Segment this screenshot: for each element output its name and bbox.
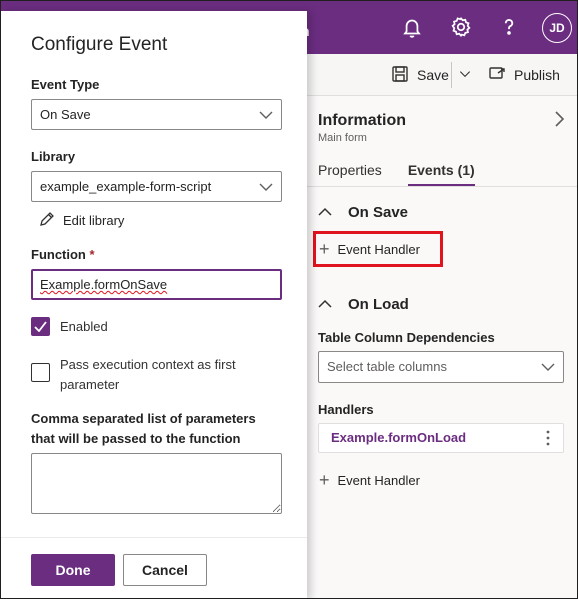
- properties-panel: Information Main form Properties Events …: [307, 96, 577, 598]
- app-window: n JD: [0, 0, 578, 599]
- done-button[interactable]: Done: [31, 554, 115, 586]
- function-input[interactable]: Example.formOnSave: [31, 269, 282, 300]
- on-load-section-header[interactable]: On Load: [318, 296, 409, 313]
- event-handler-label: Event Handler: [337, 241, 420, 257]
- library-label: Library: [31, 149, 76, 164]
- more-options-icon[interactable]: [544, 429, 552, 447]
- parameters-textarea[interactable]: [31, 453, 282, 514]
- user-avatar[interactable]: JD: [542, 13, 572, 43]
- pencil-icon: [39, 211, 55, 230]
- handler-list-item: Example.formOnLoad: [318, 423, 564, 453]
- plus-icon: +: [319, 239, 330, 259]
- on-save-section-header[interactable]: On Save: [318, 204, 408, 221]
- library-dropdown[interactable]: example_example-form-script: [31, 171, 282, 202]
- panel-title: Information: [318, 112, 406, 129]
- chevron-up-icon: [318, 204, 332, 221]
- pass-context-label: Pass execution context as first paramete…: [60, 357, 236, 392]
- event-type-dropdown[interactable]: On Save: [31, 99, 282, 130]
- on-save-add-event-handler-button[interactable]: + Event Handler: [319, 240, 420, 258]
- publish-label: Publish: [514, 67, 560, 83]
- save-label: Save: [417, 67, 449, 83]
- save-options-chevron[interactable]: [458, 64, 472, 86]
- command-separator: [451, 62, 452, 88]
- tab-properties[interactable]: Properties: [318, 162, 382, 186]
- edit-library-button[interactable]: Edit library: [39, 211, 124, 230]
- handlers-label: Handlers: [318, 402, 374, 417]
- pass-context-checkbox[interactable]: [31, 363, 50, 382]
- handler-link[interactable]: Example.formOnLoad: [331, 430, 466, 445]
- publish-button[interactable]: Publish: [488, 64, 560, 86]
- function-value: Example.formOnSave: [40, 277, 168, 292]
- enabled-label: Enabled: [60, 319, 108, 334]
- table-columns-select[interactable]: Select table columns: [318, 351, 564, 383]
- chevron-down-icon: [541, 363, 555, 371]
- table-columns-placeholder: Select table columns: [327, 359, 447, 374]
- configure-event-dialog: Configure Event Event Type On Save Libra…: [1, 11, 307, 598]
- chevron-down-icon: [458, 67, 472, 84]
- dialog-footer-divider: [1, 537, 307, 538]
- checkmark-icon: [34, 321, 47, 332]
- function-label-text: Function: [31, 247, 86, 262]
- enabled-checkbox[interactable]: [31, 317, 50, 336]
- parameters-label: Comma separated list of parameters that …: [31, 411, 256, 446]
- pass-context-checkbox-row[interactable]: Pass execution context as first paramete…: [31, 355, 271, 395]
- on-load-add-event-handler-button[interactable]: + Event Handler: [319, 471, 420, 489]
- on-load-heading: On Load: [348, 296, 409, 313]
- chevron-down-icon: [259, 183, 273, 191]
- publish-icon: [488, 65, 506, 86]
- cancel-button[interactable]: Cancel: [123, 554, 207, 586]
- enabled-checkbox-row[interactable]: Enabled: [31, 317, 108, 336]
- bell-icon[interactable]: [399, 14, 425, 40]
- tabs-divider: [307, 186, 577, 187]
- dialog-title: Configure Event: [31, 34, 168, 55]
- tab-events[interactable]: Events (1): [407, 162, 475, 186]
- event-handler-label: Event Handler: [337, 472, 420, 488]
- chevron-down-icon: [259, 111, 273, 119]
- help-icon[interactable]: [496, 14, 522, 40]
- plus-icon: +: [319, 470, 330, 490]
- function-label: Function *: [31, 247, 95, 262]
- event-type-label: Event Type: [31, 77, 100, 92]
- dependencies-label: Table Column Dependencies: [318, 330, 495, 345]
- chevron-right-icon[interactable]: [551, 110, 567, 128]
- save-button[interactable]: Save: [391, 64, 449, 86]
- chevron-up-icon: [318, 296, 332, 313]
- event-type-value: On Save: [40, 107, 91, 122]
- gear-icon[interactable]: [448, 14, 474, 40]
- edit-library-label: Edit library: [63, 213, 125, 228]
- on-save-heading: On Save: [348, 204, 409, 221]
- save-icon: [391, 65, 409, 86]
- panel-subtitle: Main form: [318, 132, 367, 144]
- panel-tabs: Properties Events (1): [318, 162, 475, 186]
- library-value: example_example-form-script: [40, 179, 212, 194]
- required-mark: *: [89, 247, 95, 262]
